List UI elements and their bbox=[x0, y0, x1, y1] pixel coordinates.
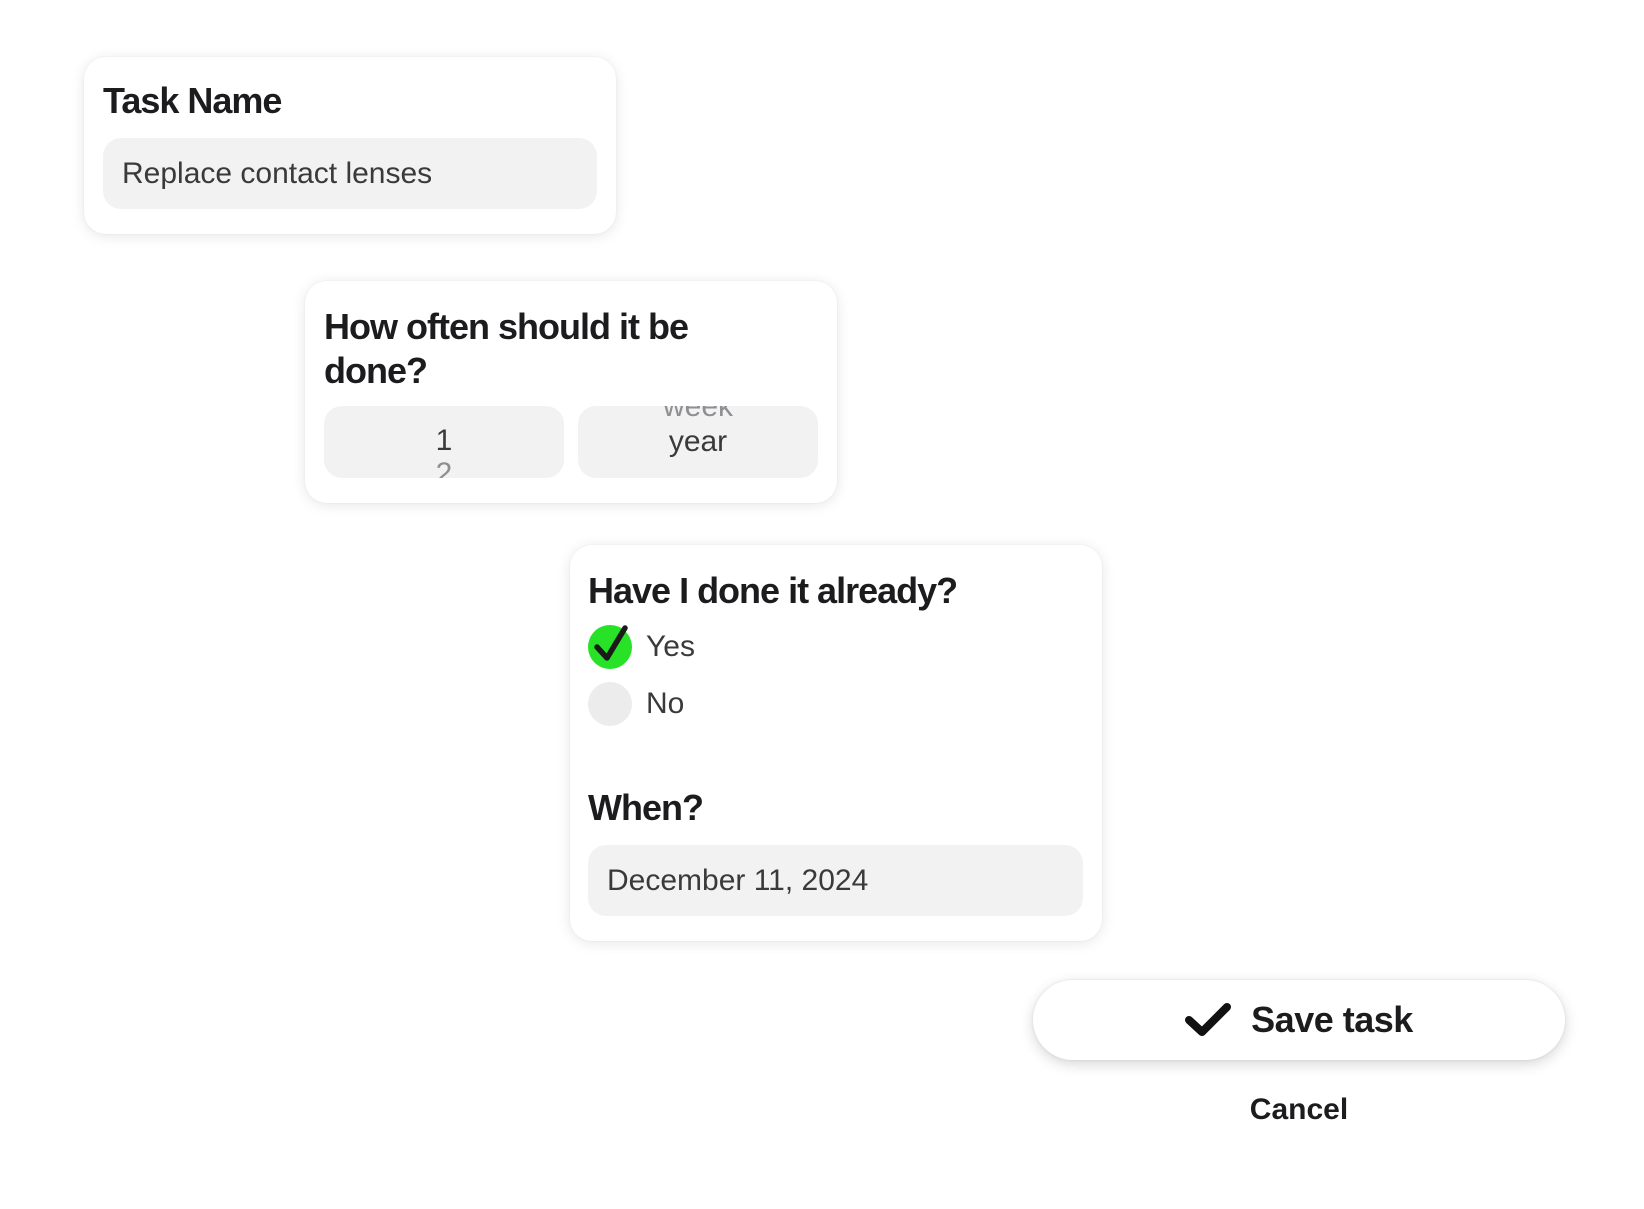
completion-card: Have I done it already? Yes No When? Dec… bbox=[570, 545, 1102, 941]
save-task-label: Save task bbox=[1251, 999, 1413, 1040]
picker-unit-previous: week bbox=[662, 406, 734, 423]
cancel-button[interactable]: Cancel bbox=[1199, 1093, 1399, 1127]
picker-unit-selected: year bbox=[668, 425, 728, 458]
checkmark-icon bbox=[1185, 1003, 1232, 1036]
save-task-button[interactable]: Save task bbox=[1033, 980, 1565, 1060]
picker-number-next: 2 bbox=[435, 457, 453, 478]
frequency-unit-picker[interactable]: week year bbox=[578, 406, 818, 478]
radio-yes-checked[interactable] bbox=[588, 625, 632, 669]
radio-option-no[interactable]: No bbox=[588, 682, 684, 726]
done-already-heading: Have I done it already? bbox=[588, 570, 958, 611]
task-name-value: Replace contact lenses bbox=[122, 156, 433, 190]
frequency-card: How often should it be done? 1 2 week ye… bbox=[305, 281, 837, 503]
radio-no-unchecked[interactable] bbox=[588, 682, 632, 726]
checkmark-icon bbox=[594, 625, 628, 661]
task-name-input[interactable]: Replace contact lenses bbox=[103, 138, 597, 209]
radio-option-yes[interactable]: Yes bbox=[588, 625, 695, 669]
when-heading: When? bbox=[588, 787, 704, 828]
frequency-heading: How often should it be done? bbox=[324, 306, 689, 391]
radio-no-label: No bbox=[646, 687, 685, 720]
task-name-heading: Task Name bbox=[103, 80, 282, 121]
picker-number-selected: 1 bbox=[435, 424, 453, 457]
frequency-number-picker[interactable]: 1 2 bbox=[324, 406, 564, 478]
when-date-value: December 11, 2024 bbox=[607, 863, 869, 897]
task-name-card: Task Name Replace contact lenses bbox=[84, 57, 616, 234]
radio-yes-label: Yes bbox=[646, 630, 695, 663]
when-date-input[interactable]: December 11, 2024 bbox=[588, 845, 1083, 916]
